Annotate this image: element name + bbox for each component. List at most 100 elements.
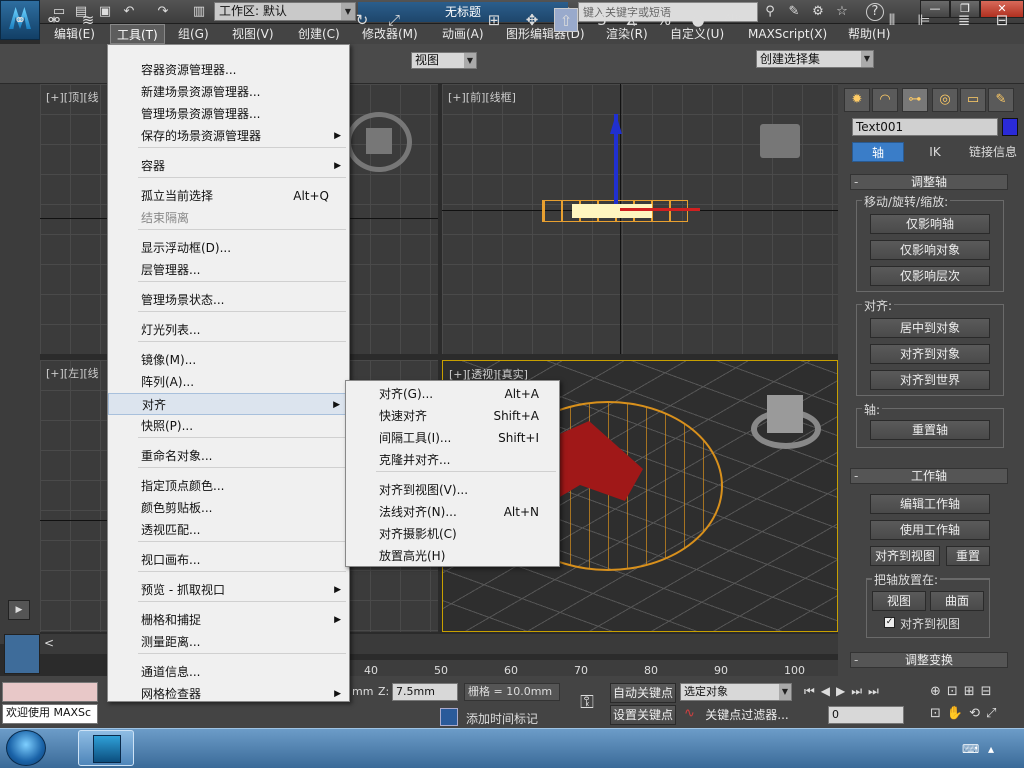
taskbar-3dsmax-button[interactable] xyxy=(78,730,134,766)
viewport-label[interactable]: [+][左][线 xyxy=(46,365,99,381)
align-submenu-item[interactable]: 对齐(G)... Alt+A xyxy=(346,383,559,405)
mirror-icon[interactable]: ⫴ xyxy=(880,8,904,32)
tools-menu-item[interactable]: 通道信息... xyxy=(108,661,349,683)
utilities-tab-icon[interactable]: ✎ xyxy=(988,88,1014,112)
tools-menu-item[interactable]: 指定顶点颜色... xyxy=(108,475,349,497)
reset-button[interactable]: 重置 xyxy=(946,546,990,566)
align-submenu-item[interactable]: 对齐摄影机(C) xyxy=(346,523,559,545)
tools-menu-item[interactable]: 镜像(M)... xyxy=(108,349,349,371)
keyboard-shortcut-override-icon[interactable]: ⇧ xyxy=(554,8,578,32)
favorites-star-icon[interactable]: ☆ xyxy=(832,3,852,21)
text-object[interactable] xyxy=(572,204,652,218)
play-arrow-icon[interactable]: ▶ xyxy=(8,600,30,620)
tools-menu-item[interactable]: 颜色剪贴板... xyxy=(108,497,349,519)
use-working-pivot-button[interactable]: 使用工作轴 xyxy=(870,520,990,540)
viewport-front[interactable]: [+][前][线框] xyxy=(442,84,838,354)
tools-menu-item[interactable]: 透视匹配... xyxy=(108,519,349,541)
link-icon[interactable]: ⚭ xyxy=(8,8,32,32)
edit-working-pivot-button[interactable]: 编辑工作轴 xyxy=(870,494,990,514)
motion-tab-icon[interactable]: ◎ xyxy=(932,88,958,112)
align-icon[interactable]: ⊫ xyxy=(912,8,936,32)
current-frame-field[interactable]: 0 xyxy=(828,706,904,724)
align-submenu-item[interactable]: 放置高光(H) xyxy=(346,545,559,567)
pivot-center-icon[interactable]: ⊞ xyxy=(482,8,506,32)
viewport-label[interactable]: [+][前][线框] xyxy=(448,89,516,105)
viewcube-icon[interactable] xyxy=(366,128,392,154)
coord-z-field[interactable]: 7.5mm xyxy=(392,683,458,701)
tools-menu-item[interactable]: 栅格和捕捉 ▶ xyxy=(108,609,349,631)
object-color-swatch[interactable] xyxy=(1002,118,1018,136)
tools-menu-item[interactable]: 快照(P)... xyxy=(108,415,349,437)
scale-icon[interactable]: ⤢ xyxy=(382,8,406,32)
display-tab-icon[interactable]: ▭ xyxy=(960,88,986,112)
binoculars-icon[interactable]: ⚲ xyxy=(760,3,780,21)
viewcube-icon[interactable] xyxy=(767,395,803,433)
align-submenu-item[interactable]: 快速对齐 Shift+A xyxy=(346,405,559,427)
rollout-working-pivot[interactable]: - 工作轴 xyxy=(850,468,1008,484)
create-tab-icon[interactable]: ✹ xyxy=(844,88,870,112)
menu-2[interactable]: 工具(T) xyxy=(110,24,165,44)
reset-pivot-button[interactable]: 重置轴 xyxy=(870,420,990,440)
tools-menu-item[interactable]: 保存的场景资源管理器 ▶ xyxy=(108,125,349,147)
time-tag-icon[interactable] xyxy=(440,708,458,726)
tools-menu-item[interactable]: 孤立当前选择 Alt+Q xyxy=(108,185,349,207)
tools-menu-item[interactable]: 对齐 ▶ xyxy=(108,393,349,415)
bind-spacewarp-icon[interactable]: ≋ xyxy=(76,8,100,32)
tools-menu-item[interactable]: 层管理器... xyxy=(108,259,349,281)
tools-menu-item[interactable]: 预览 - 抓取视口 ▶ xyxy=(108,579,349,601)
rotate-icon[interactable]: ↻ xyxy=(350,8,374,32)
affect-hierarchy-only-button[interactable]: 仅影响层次 xyxy=(870,266,990,286)
unlink-icon[interactable]: ⚮ xyxy=(42,8,66,32)
place-view-button[interactable]: 视图 xyxy=(872,591,926,611)
viewport-pan-orbit-icons[interactable]: ⊡✋⟲⤢ xyxy=(930,706,1022,721)
named-selection-set-select[interactable]: 创建选择集 ▼ xyxy=(756,50,874,68)
tab-link-info[interactable]: 链接信息 xyxy=(964,142,1022,162)
modify-tab-icon[interactable]: ◠ xyxy=(872,88,898,112)
reference-coordinate-select[interactable]: 视图 ▼ xyxy=(411,52,477,69)
workspace-select[interactable]: 工作区: 默认 ▼ xyxy=(214,2,356,21)
hierarchy-tab-icon[interactable]: ⊶ xyxy=(902,88,928,112)
maxscript-listener-field[interactable] xyxy=(2,682,98,702)
snap-toggle-icon[interactable]: 3 xyxy=(590,8,614,32)
tools-menu-item[interactable]: 新建场景资源管理器... xyxy=(108,81,349,103)
keyboard-tray-icon[interactable]: ⌨ xyxy=(962,742,979,756)
tools-menu-item[interactable]: 重命名对象... xyxy=(108,445,349,467)
edit-named-selection-icon[interactable]: ᴬᴮᶜ xyxy=(722,8,746,32)
align-to-world-button[interactable]: 对齐到世界 xyxy=(870,370,990,390)
key-filters-button[interactable]: 关键点过滤器... xyxy=(702,705,792,725)
affect-object-only-button[interactable]: 仅影响对象 xyxy=(870,240,990,260)
add-time-tag-label[interactable]: 添加时间标记 xyxy=(466,710,538,727)
key-selection-select[interactable]: 选定对象 ▼ xyxy=(680,683,792,701)
tools-menu-item[interactable]: 管理场景状态... xyxy=(108,289,349,311)
align-submenu-item[interactable]: 法线对齐(N)... Alt+N xyxy=(346,501,559,523)
align-to-view-button[interactable]: 对齐到视图 xyxy=(870,546,940,566)
viewport-layout-icon[interactable] xyxy=(4,634,40,674)
angle-snap-icon[interactable]: ∡ xyxy=(620,8,644,32)
align-submenu-item[interactable]: 间隔工具(I)... Shift+I xyxy=(346,427,559,449)
select-manipulate-icon[interactable]: ✥ xyxy=(520,8,544,32)
align-to-object-button[interactable]: 对齐到对象 xyxy=(870,344,990,364)
maxscript-welcome-field[interactable]: 欢迎使用 MAXSc xyxy=(2,704,98,724)
menu-4[interactable]: 视图(V) xyxy=(226,24,280,44)
place-surface-button[interactable]: 曲面 xyxy=(930,591,984,611)
tools-menu-item[interactable]: 管理场景资源管理器... xyxy=(108,103,349,125)
tools-menu-item[interactable]: 容器资源管理器... xyxy=(108,59,349,81)
render-setup-icon[interactable]: ⊟ xyxy=(990,8,1014,32)
menu-5[interactable]: 创建(C) xyxy=(292,24,346,44)
playback-controls-icon[interactable]: ⏮◀▶⏭⏭ xyxy=(804,684,922,702)
viewcube-icon[interactable] xyxy=(760,124,800,158)
subscription-icon[interactable]: ✎ xyxy=(784,3,804,21)
communication-icon[interactable]: ⚙ xyxy=(808,3,828,21)
tab-ik[interactable]: IK xyxy=(910,142,960,162)
tools-menu-item[interactable]: 灯光列表... xyxy=(108,319,349,341)
key-mode-icon[interactable]: ⚿ xyxy=(568,686,606,720)
spinner-snap-icon[interactable]: ◒ xyxy=(686,8,710,32)
percent-snap-icon[interactable]: % xyxy=(652,8,676,32)
project-folder-icon[interactable]: ▥ xyxy=(190,3,208,20)
layer-manager-icon[interactable]: ≣ xyxy=(952,8,976,32)
tools-menu-item[interactable]: 测量距离... xyxy=(108,631,349,653)
redo-icon[interactable]: ↷ xyxy=(154,3,172,20)
tools-menu-item[interactable]: 容器 ▶ xyxy=(108,155,349,177)
center-to-object-button[interactable]: 居中到对象 xyxy=(870,318,990,338)
undo-icon[interactable]: ↶ xyxy=(120,3,138,20)
